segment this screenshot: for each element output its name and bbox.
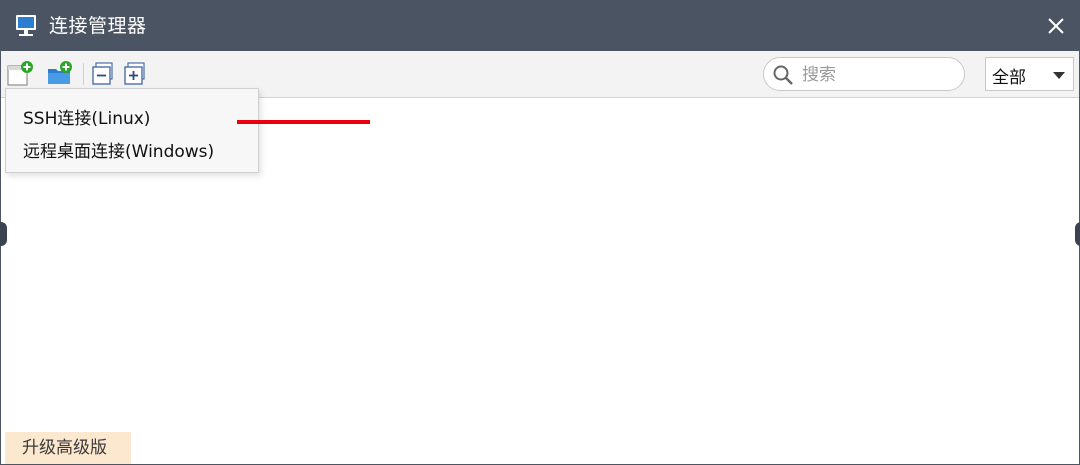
left-resize-handle[interactable] xyxy=(0,222,7,246)
right-resize-handle[interactable] xyxy=(1075,222,1080,246)
new-connection-icon[interactable] xyxy=(7,61,33,87)
menu-item-rdp[interactable]: 远程桌面连接(Windows) xyxy=(23,137,214,162)
upgrade-button[interactable]: 升级高级版 xyxy=(5,432,131,464)
close-icon[interactable] xyxy=(1043,13,1069,39)
search-input[interactable] xyxy=(800,62,954,88)
chevron-down-icon xyxy=(1053,72,1065,79)
window-title: 连接管理器 xyxy=(49,15,147,37)
search-box[interactable] xyxy=(763,57,965,91)
filter-select[interactable]: 全部 xyxy=(985,57,1074,91)
expand-all-icon[interactable] xyxy=(123,61,149,87)
annotation-underline xyxy=(237,120,370,124)
filter-select-value: 全部 xyxy=(992,68,1026,88)
monitor-icon xyxy=(16,15,36,36)
connection-manager-window: 连接管理器 搜索 全部 SSH连接(Linux) 远程桌面连接(Windows)… xyxy=(0,0,1080,465)
collapse-all-icon[interactable] xyxy=(91,61,117,87)
menu-item-ssh[interactable]: SSH连接(Linux) xyxy=(23,104,150,129)
search-icon xyxy=(773,65,793,85)
toolbar-separator xyxy=(83,63,84,85)
title-bar: 连接管理器 xyxy=(1,1,1080,51)
new-connection-menu: SSH连接(Linux) 远程桌面连接(Windows) xyxy=(5,88,259,173)
new-folder-icon[interactable] xyxy=(47,61,73,87)
